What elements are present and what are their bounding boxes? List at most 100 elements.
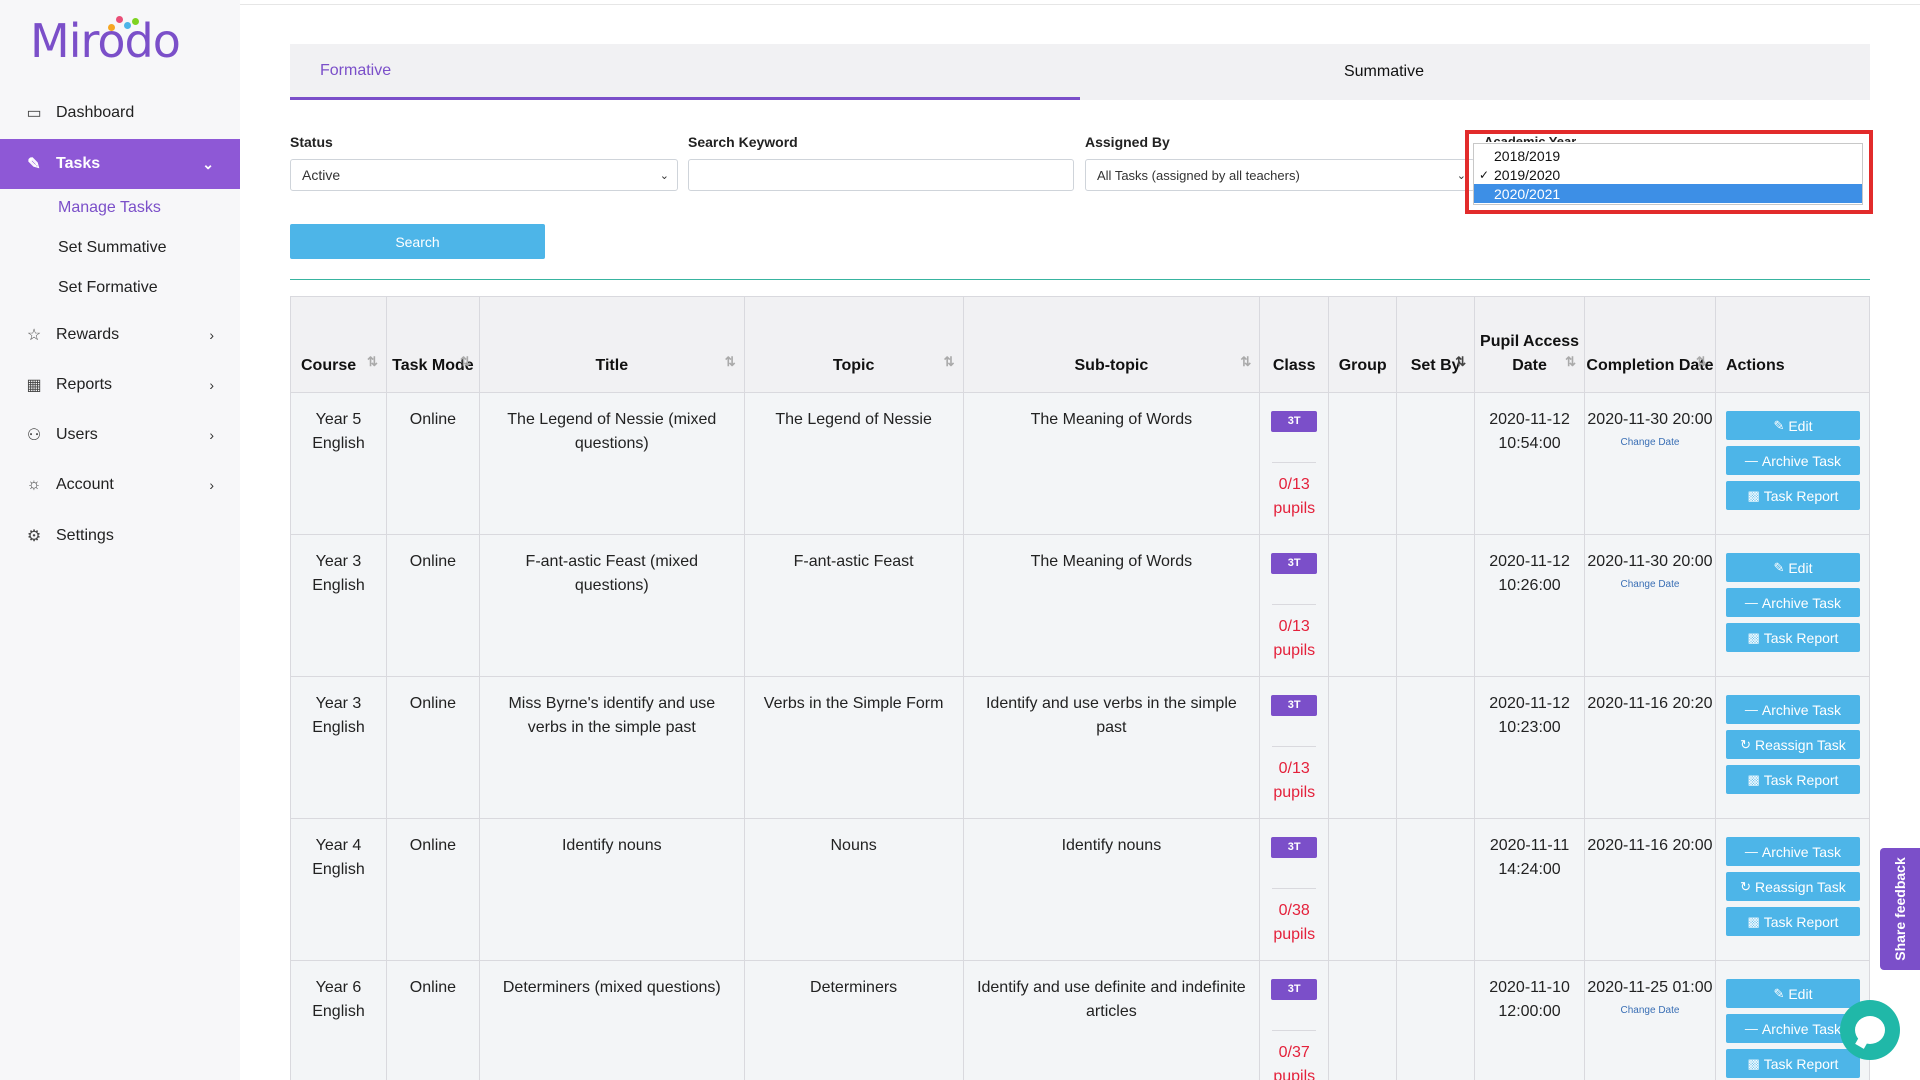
- edit-button[interactable]: ✎ Edit: [1725, 411, 1860, 440]
- sidebar-item-dashboard[interactable]: ▭ Dashboard: [0, 88, 240, 138]
- cell-pupil-access-date: 2020-11-11 14:24:00: [1474, 818, 1586, 961]
- cell-sub-topic: Identify and use definite and indefinite…: [962, 960, 1261, 1080]
- sidebar-item-rewards[interactable]: ☆ Rewards ›: [0, 310, 240, 360]
- sidebar-subitem-manage-tasks[interactable]: Manage Tasks: [58, 199, 161, 217]
- sort-icon[interactable]: ⇅: [1565, 350, 1576, 374]
- share-feedback-tab[interactable]: Share feedback: [1880, 848, 1920, 970]
- cell-actions: ✎ Edit — Archive Task ▩ Task Report: [1714, 534, 1871, 677]
- tab-formative[interactable]: Formative: [290, 44, 1080, 100]
- cell-class: 3T 0/13 pupils: [1259, 392, 1330, 535]
- archive-task-button[interactable]: — Archive Task: [1725, 837, 1860, 866]
- mirodo-logo[interactable]: Mirodo: [30, 14, 181, 68]
- tab-summative[interactable]: Summative: [1080, 44, 1870, 100]
- sort-icon[interactable]: ⇅: [367, 350, 378, 374]
- sort-icon[interactable]: ⇅: [725, 350, 736, 374]
- header-pupil-access-date[interactable]: Pupil Access Date ⇅: [1474, 296, 1586, 393]
- sort-icon[interactable]: ⇅: [944, 350, 955, 374]
- assigned-by-select[interactable]: All Tasks (assigned by all teachers) ⌄: [1085, 159, 1475, 191]
- sort-icon[interactable]: ⇅: [1455, 350, 1466, 374]
- header-title[interactable]: Title ⇅: [478, 296, 745, 393]
- cell-pupil-access-date: 2020-11-12 10:23:00: [1474, 676, 1586, 819]
- cell-title: F-ant-astic Feast (mixed questions): [478, 534, 745, 677]
- header-completion-date[interactable]: Completion Date ⇅: [1584, 296, 1716, 393]
- archive-task-button[interactable]: — Archive Task: [1725, 446, 1860, 475]
- reassign-task-button[interactable]: ↻ Reassign Task: [1725, 872, 1860, 901]
- archive-task-button[interactable]: — Archive Task: [1725, 588, 1860, 617]
- filters-divider: [290, 279, 1870, 280]
- cell-topic: Determiners: [743, 960, 964, 1080]
- header-task-mode[interactable]: Task Mode ⇅: [385, 296, 480, 393]
- task-report-button[interactable]: ▩ Task Report: [1725, 907, 1860, 936]
- monitor-icon: ▭: [26, 105, 42, 122]
- chevron-down-icon: ⌄: [202, 155, 214, 172]
- change-date-link[interactable]: Change Date: [1585, 1004, 1715, 1018]
- cell-topic: Nouns: [743, 818, 964, 961]
- pupils-count[interactable]: 0/13 pupils: [1260, 473, 1328, 521]
- header-set-by[interactable]: Set By ⇅: [1396, 296, 1476, 393]
- table-row: Year 4 English Online Identify nouns Nouns I…: [290, 818, 1871, 961]
- pupils-count[interactable]: 0/37 pupils: [1260, 1041, 1328, 1080]
- cell-course: Year 5 English: [290, 392, 387, 535]
- status-select[interactable]: Active ⌄: [290, 159, 678, 191]
- sort-icon[interactable]: ⇅: [1696, 350, 1707, 374]
- cell-course: Year 4 English: [290, 818, 387, 961]
- header-topic[interactable]: Topic ⇅: [743, 296, 964, 393]
- button-label: Reassign Task: [1755, 878, 1846, 895]
- tasks-table: Course ⇅ Task Mode ⇅ Title ⇅ Topic ⇅ Sub-top…: [290, 296, 1871, 1080]
- task-report-button[interactable]: ▩ Task Report: [1725, 765, 1860, 794]
- sidebar-item-label: Settings: [56, 527, 114, 544]
- chevron-right-icon: ›: [209, 327, 214, 343]
- cell-group: [1328, 392, 1398, 535]
- task-report-button[interactable]: ▩ Task Report: [1725, 1049, 1860, 1078]
- header-group: Group: [1328, 296, 1398, 393]
- search-button[interactable]: Search: [290, 224, 545, 259]
- class-badge[interactable]: 3T: [1271, 695, 1318, 716]
- cell-topic: F-ant-astic Feast: [743, 534, 964, 677]
- task-report-button[interactable]: ▩ Task Report: [1725, 623, 1860, 652]
- pupils-count[interactable]: 0/13 pupils: [1260, 757, 1328, 805]
- search-keyword-input[interactable]: [688, 159, 1074, 191]
- archive-task-button[interactable]: — Archive Task: [1725, 695, 1860, 724]
- cell-task-mode: Online: [385, 676, 480, 819]
- chat-button[interactable]: [1840, 1000, 1900, 1060]
- cell-completion-date: 2020-11-30 20:00 Change Date: [1584, 392, 1716, 535]
- class-badge[interactable]: 3T: [1271, 411, 1318, 432]
- cell-pupil-access-date: 2020-11-10 12:00:00: [1474, 960, 1586, 1080]
- pupils-count[interactable]: 0/13 pupils: [1260, 615, 1328, 663]
- pupils-count[interactable]: 0/38 pupils: [1260, 899, 1328, 947]
- class-badge[interactable]: 3T: [1271, 553, 1318, 574]
- sidebar-item-reports[interactable]: ▦ Reports ›: [0, 360, 240, 410]
- change-date-link[interactable]: Change Date: [1585, 578, 1715, 592]
- logo-dots: [108, 16, 139, 32]
- sidebar-item-users[interactable]: ⚇ Users ›: [0, 410, 240, 460]
- reassign-task-button[interactable]: ↻ Reassign Task: [1725, 730, 1860, 759]
- cell-sub-topic: The Meaning of Words: [962, 392, 1261, 535]
- header-class: Class: [1259, 296, 1330, 393]
- button-label: Task Report: [1763, 629, 1839, 646]
- sort-icon[interactable]: ⇅: [460, 350, 471, 374]
- header-course[interactable]: Course ⇅: [290, 296, 387, 393]
- chevron-right-icon: ›: [209, 427, 214, 443]
- sidebar-subitem-set-summative[interactable]: Set Summative: [58, 239, 166, 257]
- class-badge[interactable]: 3T: [1271, 837, 1318, 858]
- change-date-link[interactable]: Change Date: [1585, 436, 1715, 450]
- edit-button[interactable]: ✎ Edit: [1725, 979, 1860, 1008]
- sort-icon[interactable]: ⇅: [1240, 350, 1251, 374]
- sidebar-item-account[interactable]: ☼ Account ›: [0, 460, 240, 510]
- cell-task-mode: Online: [385, 534, 480, 677]
- cell-course: Year 3 English: [290, 676, 387, 819]
- button-label: Edit: [1788, 985, 1813, 1002]
- cell-completion-date: 2020-11-16 20:00: [1584, 818, 1716, 961]
- class-divider: [1272, 888, 1317, 889]
- edit-button[interactable]: ✎ Edit: [1725, 553, 1860, 582]
- sidebar-item-label: Tasks: [56, 155, 101, 172]
- minus-icon: —: [1744, 701, 1758, 717]
- cell-task-mode: Online: [385, 960, 480, 1080]
- header-sub-topic[interactable]: Sub-topic ⇅: [962, 296, 1261, 393]
- sidebar-item-tasks[interactable]: ✎ Tasks ⌄: [0, 139, 240, 189]
- task-report-button[interactable]: ▩ Task Report: [1725, 481, 1860, 510]
- cell-actions: — Archive Task ↻ Reassign Task ▩ Task Report: [1714, 676, 1871, 819]
- sidebar-item-settings[interactable]: ⚙ Settings: [0, 511, 240, 561]
- class-badge[interactable]: 3T: [1271, 979, 1318, 1000]
- sidebar-subitem-set-formative[interactable]: Set Formative: [58, 279, 158, 297]
